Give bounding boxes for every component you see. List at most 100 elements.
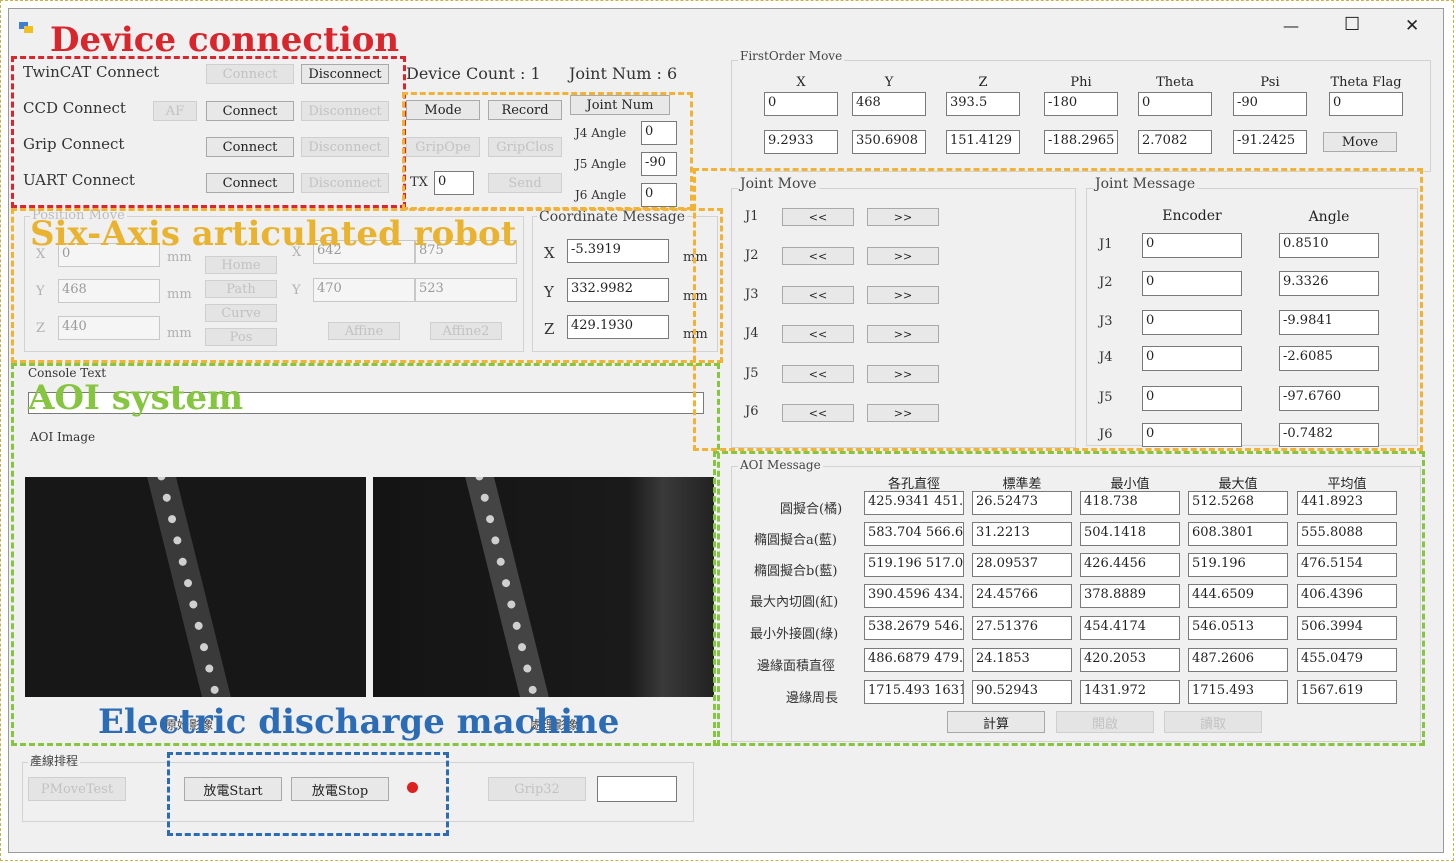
twincat-disconnect-button[interactable]: Disconnect [301,64,389,84]
mode-button[interactable]: Mode [406,100,480,120]
jm-j3-minus-button[interactable]: << [782,286,854,304]
device-connection-annotation: Device connection [50,20,400,60]
aoi-cell: 476.5154 [1297,553,1397,577]
jm-label-j1: J1 [745,209,759,224]
jmsg-angle-header: Angle [1308,209,1350,225]
edm-start-button[interactable]: 放電Start [184,777,282,801]
aoi-row-label: 最大內切圓(紅) [750,595,839,610]
grip-button[interactable]: Grip32 [488,777,586,801]
uart-disconnect-button[interactable]: Disconnect [301,173,389,193]
maximize-button[interactable]: ☐ [1344,14,1360,35]
grip-disconnect-button[interactable]: Disconnect [301,137,389,157]
grip-value-input[interactable] [597,776,677,802]
tx-label: TX [410,175,428,190]
jm-j2-minus-button[interactable]: << [782,247,854,265]
affine2-button[interactable]: Affine2 [430,322,502,340]
j6-angle-label: J6 Angle [575,188,627,202]
aoi-cell: 487.2606 [1188,648,1288,672]
fo-phi-input[interactable]: -180 [1044,92,1118,116]
pm-y-input[interactable]: 468 [58,279,160,303]
first-order-title: FirstOrder Move [738,49,845,63]
aoi-header-3: 最大值 [1218,477,1258,492]
jm-j1-plus-button[interactable]: >> [867,208,939,226]
jm-j3-plus-button[interactable]: >> [867,286,939,304]
cm-y-unit: mm [683,289,708,304]
tx-input[interactable]: 0 [434,171,474,195]
grip-close-button[interactable]: GripClos [488,137,562,157]
jm-j6-minus-button[interactable]: << [782,404,854,422]
jmsg-angle-j4: -2.6085 [1279,346,1379,371]
aoi-cell: 24.1853 [972,648,1072,672]
send-button[interactable]: Send [488,173,562,193]
fo-x-input[interactable]: 0 [764,92,838,116]
jm-j5-plus-button[interactable]: >> [867,365,939,383]
jm-label-j3: J3 [745,287,759,302]
grip-connect-button[interactable]: Connect [206,137,294,157]
aoi-header-4: 平均值 [1327,477,1367,492]
j5-angle-input[interactable]: -90 [641,152,677,176]
fo-header-psi: Psi [1260,75,1280,90]
fo-psi-input[interactable]: -90 [1233,92,1307,116]
jmsg-encoder-j1: 0 [1142,233,1242,258]
aoi-cell: 546.0513 [1188,616,1288,640]
jmsg-label-j2: J2 [1099,275,1113,290]
minimize-button[interactable]: — [1283,16,1299,35]
home-button[interactable]: Home [205,256,277,274]
joint-num-button[interactable]: Joint Num [570,95,670,115]
pm-z-input[interactable]: 440 [58,316,160,340]
fo-move-button[interactable]: Move [1323,132,1397,152]
fo-theta-current: 2.7082 [1138,130,1212,154]
fo-y-input[interactable]: 468 [852,92,926,116]
aoi-cell: 608.3801 [1188,522,1288,546]
jm-j4-minus-button[interactable]: << [782,325,854,343]
fo-theta-input[interactable]: 0 [1138,92,1212,116]
aoi-cell: 1715.493 [1188,680,1288,704]
aoi-cell: 486.6879 479. [864,648,964,672]
curve-button[interactable]: Curve [205,304,277,322]
jm-j2-plus-button[interactable]: >> [867,247,939,265]
jm-label-j6: J6 [745,404,759,419]
jm-j6-plus-button[interactable]: >> [867,404,939,422]
pm-y2a-input[interactable]: 470 [313,278,415,302]
cm-z-label: Z [544,320,555,338]
aoi-cell: 406.4396 [1297,584,1397,608]
close-button[interactable]: ✕ [1405,16,1419,36]
aoi-cell: 28.09537 [972,553,1072,577]
aoi-cell: 519.196 [1188,553,1288,577]
aoi-cell: 538.2679 546. [864,616,964,640]
grip-open-button[interactable]: GripOpe [406,137,480,157]
path-button[interactable]: Path [205,280,277,298]
aoi-calc-button[interactable]: 計算 [947,711,1045,733]
aoi-cell: 583.704 566.6 [864,522,964,546]
fo-z-input[interactable]: 393.5 [946,92,1020,116]
production-schedule-title: 產線排程 [28,752,81,769]
jm-j4-plus-button[interactable]: >> [867,325,939,343]
record-button[interactable]: Record [488,100,562,120]
fo-psi-current: -91.2425 [1233,130,1307,154]
jm-j5-minus-button[interactable]: << [782,365,854,383]
aoi-read-button[interactable]: 讀取 [1164,711,1262,733]
aoi-row-label: 邊緣面積直徑 [757,659,836,674]
jm-j1-minus-button[interactable]: << [782,208,854,226]
ccd-af-button[interactable]: AF [153,101,197,121]
ccd-disconnect-button[interactable]: Disconnect [301,101,389,121]
twincat-connect-button[interactable]: Connect [206,64,294,84]
fo-theta-flag-input[interactable]: 0 [1329,92,1403,116]
pos-button[interactable]: Pos [205,328,277,346]
jmsg-encoder-j3: 0 [1142,310,1242,335]
uart-label: UART Connect [23,171,135,189]
uart-connect-button[interactable]: Connect [206,173,294,193]
j6-angle-input[interactable]: 0 [641,183,677,207]
pm-z-label: Z [36,321,46,336]
edm-stop-button[interactable]: 放電Stop [291,777,389,801]
ccd-connect-button[interactable]: Connect [206,101,294,121]
pmove-test-button[interactable]: PMoveTest [28,777,126,801]
aoi-open-button[interactable]: 開啟 [1056,711,1154,733]
aoi-row-label: 橢圓擬合b(藍) [754,564,838,579]
edm-annotation: Electric discharge machine [98,702,620,742]
pm-y2b-input[interactable]: 523 [415,278,517,302]
aoi-cell: 1431.972 [1080,680,1180,704]
aoi-cell: 1715.493 1631 [864,680,964,704]
affine-button[interactable]: Affine [328,322,400,340]
j4-angle-input[interactable]: 0 [641,121,677,145]
